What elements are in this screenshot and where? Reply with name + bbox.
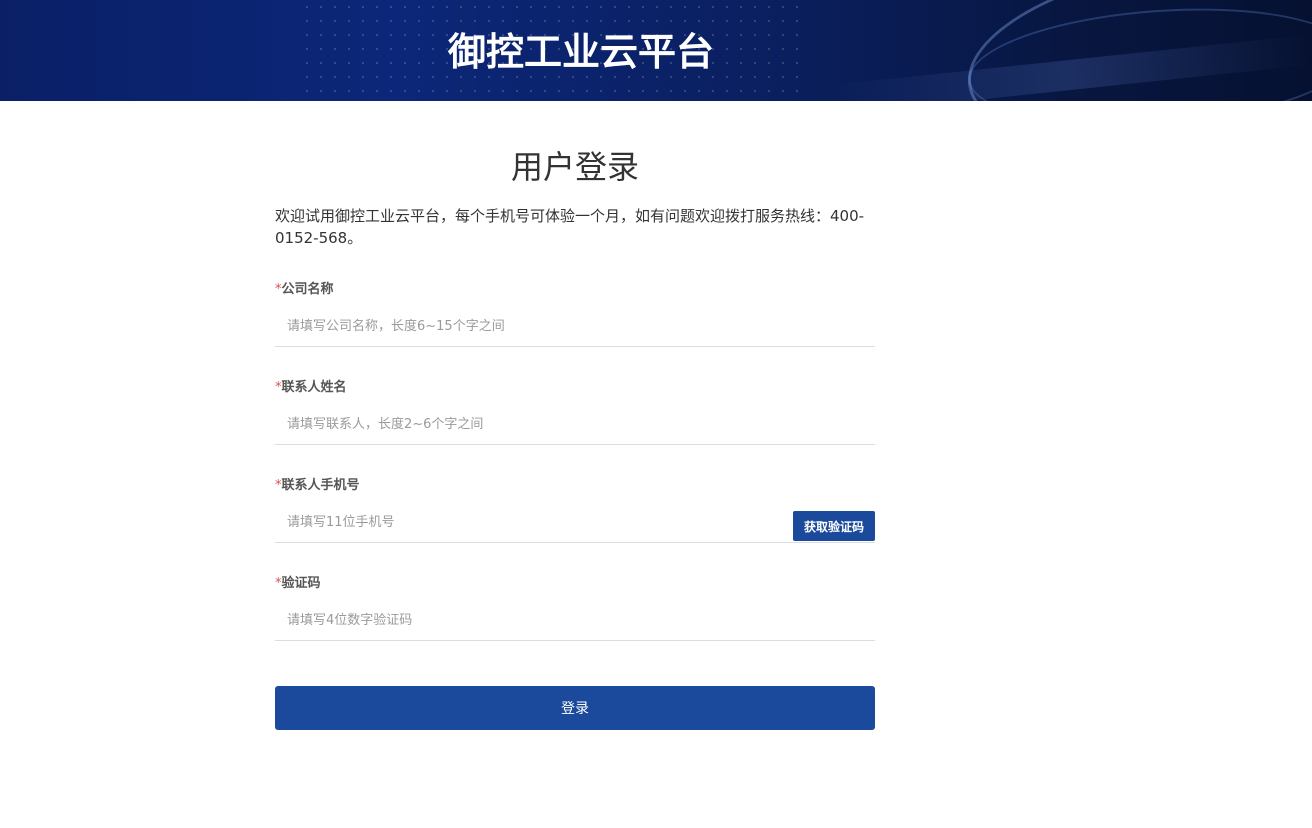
phone-input[interactable] bbox=[275, 503, 875, 543]
get-code-button[interactable]: 获取验证码 bbox=[793, 511, 875, 541]
phone-field: *联系人手机号 获取验证码 bbox=[275, 477, 875, 547]
company-field: *公司名称 bbox=[275, 281, 875, 351]
login-button[interactable]: 登录 bbox=[275, 686, 875, 730]
contact-name-field: *联系人姓名 bbox=[275, 379, 875, 449]
header-banner: 御控工业云平台 bbox=[0, 0, 1312, 101]
verification-code-field: *验证码 bbox=[275, 575, 875, 645]
platform-title: 御控工业云平台 bbox=[448, 30, 715, 74]
welcome-text: 欢迎试用御控工业云平台，每个手机号可体验一个月，如有问题欢迎拨打服务热线：400… bbox=[275, 207, 865, 247]
contact-name-label: *联系人姓名 bbox=[275, 380, 347, 395]
company-label: *公司名称 bbox=[275, 282, 334, 297]
company-name-input[interactable] bbox=[275, 307, 875, 347]
phone-label: *联系人手机号 bbox=[275, 478, 360, 493]
banner-orbit-ring-inner bbox=[964, 0, 1312, 101]
verification-code-label: *验证码 bbox=[275, 576, 321, 591]
contact-name-input[interactable] bbox=[275, 405, 875, 445]
page-title: 用户登录 bbox=[510, 148, 639, 186]
verification-code-input[interactable] bbox=[275, 601, 875, 641]
